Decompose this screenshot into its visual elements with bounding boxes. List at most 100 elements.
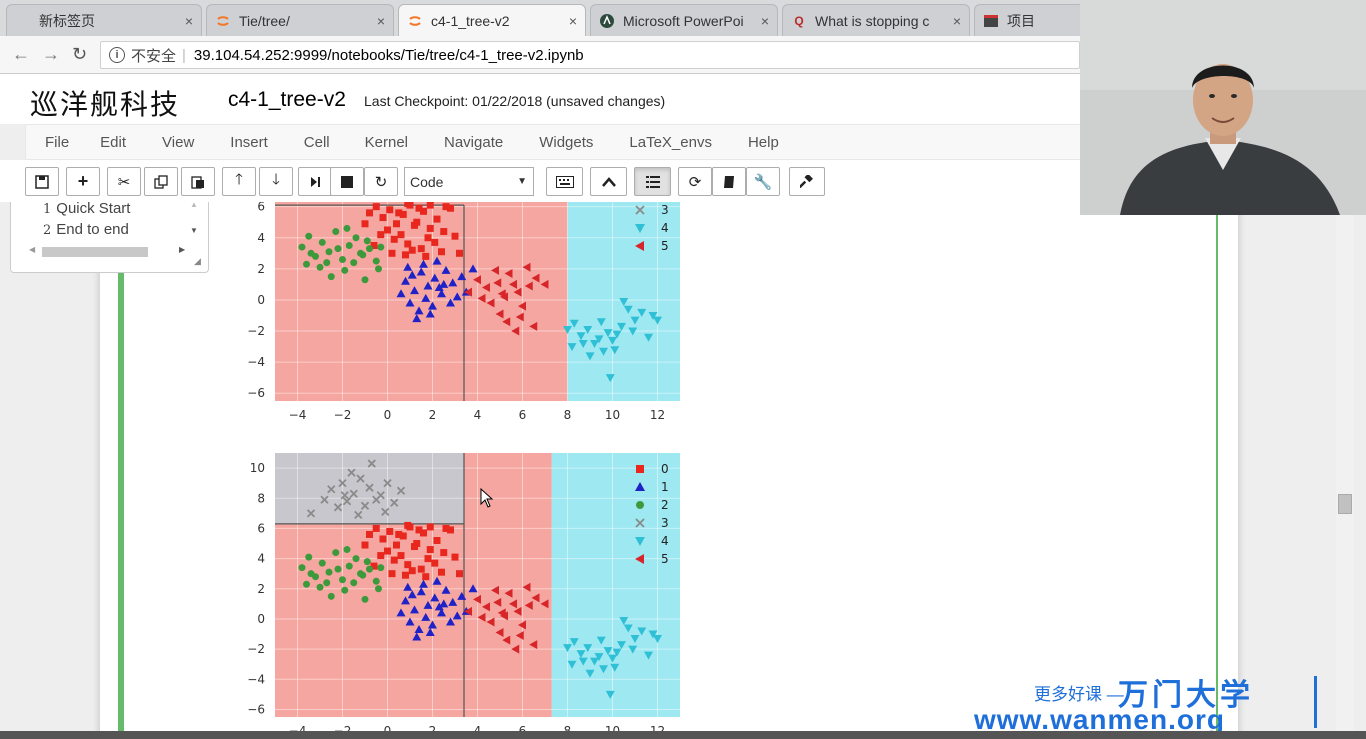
data-point-class-2 <box>366 245 373 253</box>
y-tick-label: 4 <box>257 231 265 245</box>
menu-help[interactable]: Help <box>748 134 779 151</box>
data-point-class-2 <box>345 242 353 250</box>
menu-edit[interactable]: Edit <box>100 134 126 151</box>
page-scrollbar[interactable] <box>1336 202 1354 739</box>
menu-kernel[interactable]: Kernel <box>365 134 408 151</box>
data-point-class-2 <box>318 238 326 246</box>
data-point-class-2 <box>372 577 380 585</box>
copy-icon[interactable] <box>144 167 178 196</box>
browser-tab-powerpoint[interactable]: Microsoft PowerPoi × <box>590 4 778 36</box>
data-point-class-0 <box>422 573 430 581</box>
restart-icon[interactable]: ↻ <box>364 167 398 196</box>
browser-tab-tree[interactable]: Tie/tree/ × <box>206 4 394 36</box>
notebook-name[interactable]: c4-1_tree-v2 <box>228 88 346 112</box>
info-icon[interactable]: i <box>109 47 125 63</box>
toc-scrollbar[interactable]: ▲ ▼ <box>187 202 203 242</box>
toc-hscroll-thumb[interactable] <box>42 247 148 257</box>
keyboard-icon[interactable] <box>546 167 583 196</box>
data-point-class-2 <box>343 224 351 232</box>
data-point-class-2 <box>323 259 331 267</box>
watermark: 更多好课 — 万门大学 www.wanmen.org <box>970 672 1350 739</box>
data-point-class-0 <box>440 228 448 236</box>
toc-hscrollbar[interactable]: ◀ ▶ <box>29 245 189 259</box>
data-point-class-0 <box>433 536 441 544</box>
legend-label-5: 5 <box>661 552 669 566</box>
reload-icon[interactable]: ↻ <box>72 44 87 65</box>
tab-close-icon[interactable]: × <box>761 13 769 29</box>
logo[interactable]: 巡洋舰科技 <box>30 83 180 123</box>
menu-latex-envs[interactable]: LaTeX_envs <box>629 134 712 151</box>
refresh-icon[interactable]: ⟳ <box>678 167 712 196</box>
data-point-class-2 <box>343 546 351 554</box>
data-point-class-2 <box>377 243 385 251</box>
chevron-up-icon[interactable] <box>590 167 627 196</box>
resize-handle-icon[interactable]: ◢ <box>194 256 201 267</box>
toc-item-quick-start[interactable]: 1 Quick Start <box>43 202 130 217</box>
move-down-icon[interactable]: 🡓 <box>259 167 293 196</box>
y-tick-label: −2 <box>247 642 265 656</box>
forward-arrow-icon[interactable]: → <box>42 44 60 65</box>
data-point-class-2 <box>332 549 340 557</box>
save-icon[interactable] <box>25 167 59 196</box>
book-icon[interactable] <box>712 167 746 196</box>
data-point-class-2 <box>350 259 358 267</box>
y-tick-label: 2 <box>257 262 265 276</box>
browser-tab-new[interactable]: 新标签页 × <box>6 4 202 36</box>
data-point-class-0 <box>388 570 396 578</box>
tab-close-icon[interactable]: × <box>569 13 577 29</box>
browser-tab-project[interactable]: 项目 <box>974 4 1084 36</box>
browser-tab-quora[interactable]: Q What is stopping c × <box>782 4 970 36</box>
scroll-left-icon[interactable]: ◀ <box>29 245 35 254</box>
menu-file[interactable]: File <box>45 134 69 151</box>
data-point-class-0 <box>377 231 385 239</box>
menu-insert[interactable]: Insert <box>230 134 268 151</box>
page-scroll-thumb[interactable] <box>1338 494 1352 514</box>
bottom-strip <box>0 731 1366 739</box>
url-input[interactable]: i 不安全 | 39.104.54.252:9999/notebooks/Tie… <box>100 41 1080 69</box>
add-cell-icon[interactable]: + <box>66 167 100 196</box>
data-point-class-0 <box>442 524 450 532</box>
move-up-icon[interactable]: 🡑 <box>222 167 256 196</box>
menu-cell[interactable]: Cell <box>304 134 330 151</box>
run-icon[interactable] <box>298 167 332 196</box>
scroll-right-icon[interactable]: ▶ <box>179 245 185 254</box>
toc-list-icon[interactable] <box>634 167 671 196</box>
url-text: 39.104.54.252:9999/notebooks/Tie/tree/c4… <box>193 46 584 64</box>
browser-tab-notebook[interactable]: c4-1_tree-v2 × <box>398 4 586 36</box>
data-point-class-2 <box>316 583 324 591</box>
data-point-class-0 <box>404 521 412 529</box>
paste-icon[interactable] <box>181 167 215 196</box>
legend-label-5: 5 <box>661 239 669 253</box>
data-point-class-2 <box>334 245 342 253</box>
scroll-up-icon[interactable]: ▲ <box>190 202 198 209</box>
data-point-class-0 <box>366 530 373 538</box>
chevron-down-icon: ▼ <box>517 176 527 187</box>
gavel-icon[interactable] <box>789 167 825 196</box>
data-point-class-0 <box>397 552 405 560</box>
checkpoint-status: Last Checkpoint: 01/22/2018 (unsaved cha… <box>364 93 666 109</box>
cut-icon[interactable]: ✂ <box>107 167 141 196</box>
tab-close-icon[interactable]: × <box>185 13 193 29</box>
cell-type-select[interactable]: Code ▼ <box>404 167 534 196</box>
x-tick-label: 4 <box>474 408 482 422</box>
y-tick-label: 0 <box>257 612 265 626</box>
stop-icon[interactable] <box>330 167 364 196</box>
menu-view[interactable]: View <box>162 134 194 151</box>
menu-navigate[interactable]: Navigate <box>444 134 503 151</box>
toc-item-end-to-end[interactable]: 2 End to end <box>43 221 129 238</box>
menu-bar: File Edit View Insert Cell Kernel Naviga… <box>25 124 1115 160</box>
tab-title: Tie/tree/ <box>239 12 290 29</box>
data-point-class-0 <box>424 234 432 242</box>
scroll-down-icon[interactable]: ▼ <box>190 226 198 235</box>
data-point-class-0 <box>438 248 445 256</box>
back-arrow-icon[interactable]: ← <box>12 44 30 65</box>
menu-widgets[interactable]: Widgets <box>539 134 593 151</box>
data-point-class-2 <box>339 576 346 584</box>
wrench-icon[interactable]: 🔧 <box>746 167 780 196</box>
tab-close-icon[interactable]: × <box>953 13 961 29</box>
data-point-class-0 <box>426 546 434 554</box>
y-tick-label: 10 <box>250 461 265 475</box>
data-point-class-0 <box>451 553 459 561</box>
data-point-class-0 <box>361 220 369 228</box>
tab-close-icon[interactable]: × <box>377 13 385 29</box>
